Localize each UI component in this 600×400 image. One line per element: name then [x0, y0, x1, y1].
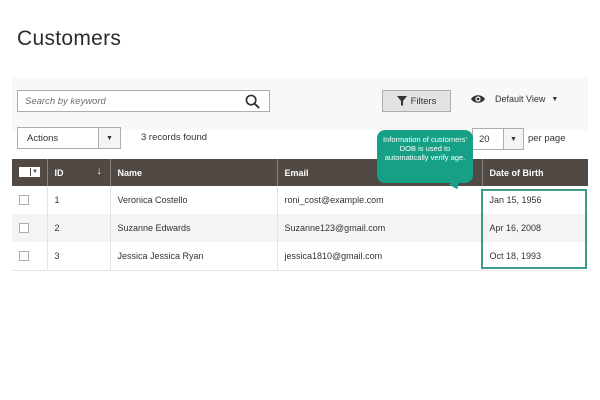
funnel-icon: [396, 96, 407, 106]
per-page-select[interactable]: 20 ▼: [472, 128, 524, 150]
table-header-row: ▼ ID ↓ Name Email Date of Birth: [12, 159, 588, 186]
chevron-down-icon: ▼: [30, 168, 39, 176]
row-checkbox[interactable]: [19, 195, 29, 206]
cell-name: Jessica Jessica Ryan: [110, 242, 278, 271]
header-mass-select[interactable]: ▼: [12, 159, 48, 186]
cell-dob: Oct 18, 1993: [482, 242, 588, 271]
cell-id: 3: [47, 242, 111, 271]
search-input[interactable]: [18, 91, 238, 111]
row-select-cell[interactable]: [12, 242, 48, 271]
records-found-count: 3 records found: [141, 132, 208, 143]
cell-email: Suzanne123@gmail.com: [277, 214, 483, 242]
filters-button[interactable]: Filters: [382, 90, 451, 112]
cell-dob: Jan 15, 1956: [489, 195, 542, 205]
filters-label: Filters: [410, 95, 437, 107]
mass-select-checkbox[interactable]: ▼: [19, 167, 40, 177]
customers-table: ▼ ID ↓ Name Email Date of Birth 1 Veroni…: [12, 159, 588, 271]
row-select-cell[interactable]: [12, 186, 48, 214]
chevron-down-icon[interactable]: ▼: [98, 128, 120, 148]
row-checkbox[interactable]: [19, 223, 29, 234]
table-row[interactable]: 1 Veronica Costello roni_cost@example.co…: [12, 186, 588, 214]
cell-id: 1: [47, 186, 111, 214]
actions-dropdown[interactable]: Actions ▼: [17, 127, 121, 149]
column-header-id-label: ID: [54, 167, 64, 178]
per-page-label: per page: [528, 133, 566, 144]
cell-name: Suzanne Edwards: [110, 214, 278, 242]
column-header-id[interactable]: ID ↓: [47, 159, 111, 186]
column-header-name[interactable]: Name: [110, 159, 278, 186]
chevron-down-icon[interactable]: ▼: [503, 129, 523, 149]
table-row[interactable]: 3 Jessica Jessica Ryan jessica1810@gmail…: [12, 242, 588, 271]
cell-dob: Apr 16, 2008: [489, 223, 542, 233]
chevron-down-icon: ▼: [551, 95, 559, 103]
table-row[interactable]: 2 Suzanne Edwards Suzanne123@gmail.com A…: [12, 214, 588, 242]
per-page-value: 20: [479, 134, 490, 145]
cell-name: Veronica Costello: [110, 186, 278, 214]
default-view-toggle[interactable]: Default View ▼: [470, 93, 558, 105]
actions-label: Actions: [27, 133, 59, 144]
eye-icon: [471, 95, 485, 103]
search-icon[interactable]: [245, 94, 260, 109]
sort-arrow-icon[interactable]: ↓: [97, 166, 102, 177]
dob-info-callout: Information of customers' DOB is used to…: [377, 130, 473, 183]
page-title: Customers: [17, 27, 122, 50]
column-header-dob[interactable]: Date of Birth: [482, 159, 588, 186]
default-view-label: Default View: [495, 94, 546, 104]
row-checkbox[interactable]: [19, 251, 29, 262]
search-box[interactable]: [17, 90, 270, 112]
checkbox-icon: [20, 168, 30, 176]
row-select-cell[interactable]: [12, 214, 48, 242]
cell-id: 2: [47, 214, 111, 242]
cell-email: jessica1810@gmail.com: [277, 242, 483, 271]
